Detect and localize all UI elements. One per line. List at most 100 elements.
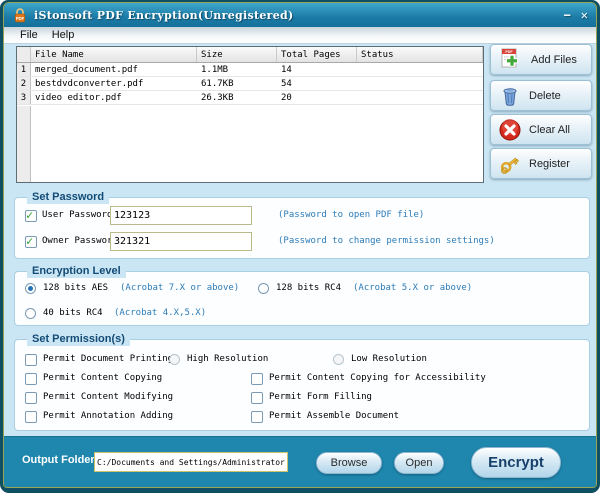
permit-assemble-label: Permit Assemble Document <box>269 410 399 423</box>
permit-form-filling-checkbox[interactable] <box>251 392 263 404</box>
col-total-pages[interactable]: Total Pages <box>277 47 357 62</box>
col-size[interactable]: Size <box>197 47 277 62</box>
low-resolution-radio[interactable] <box>333 354 344 365</box>
row-gutter <box>17 106 31 182</box>
cell-status <box>357 77 483 90</box>
browse-button[interactable]: Browse <box>316 452 382 474</box>
encryption-level-title: Encryption Level <box>27 264 126 278</box>
red-x-icon <box>498 118 522 142</box>
user-password-hint: (Password to open PDF file) <box>278 209 424 222</box>
set-password-title: Set Password <box>27 190 109 204</box>
add-files-label: Add Files <box>531 54 577 66</box>
encryption-level-group: Encryption Level 128 bits AES (Acrobat 7… <box>14 271 590 326</box>
cell-file-name: video editor.pdf <box>31 91 197 104</box>
permit-annotation-checkbox[interactable] <box>25 411 37 423</box>
open-label: Open <box>406 457 433 469</box>
user-password-checkbox[interactable] <box>25 210 37 222</box>
cell-pages: 14 <box>277 63 357 76</box>
row-number: 1 <box>17 63 31 76</box>
owner-password-checkbox[interactable] <box>25 236 37 248</box>
cell-size: 1.1MB <box>197 63 277 76</box>
radio-128-aes[interactable] <box>25 283 36 294</box>
app-window: PDF iStonsoft PDF Encryption(Unregistere… <box>0 0 600 493</box>
table-row[interactable]: 1 merged_document.pdf 1.1MB 14 <box>17 63 483 77</box>
permit-annotation-label: Permit Annotation Adding <box>43 410 173 423</box>
cell-file-name: merged_document.pdf <box>31 63 197 76</box>
permit-printing-checkbox[interactable] <box>25 354 37 366</box>
minimize-button[interactable]: − <box>564 9 571 21</box>
user-password-input[interactable] <box>110 206 252 225</box>
owner-password-input[interactable] <box>110 232 252 251</box>
cell-pages: 20 <box>277 91 357 104</box>
set-permissions-group: Set Permission(s) Permit Document Printi… <box>14 339 590 431</box>
cell-size: 26.3KB <box>197 91 277 104</box>
close-button[interactable]: ✕ <box>581 9 588 21</box>
add-files-button[interactable]: PDF Add Files <box>490 44 592 75</box>
permit-copying-checkbox[interactable] <box>25 373 37 385</box>
owner-password-label: Owner Password <box>42 235 118 248</box>
permit-modifying-label: Permit Content Modifying <box>43 391 173 404</box>
radio-128-aes-hint: (Acrobat 7.X or above) <box>120 282 239 295</box>
output-folder-input[interactable] <box>94 452 288 472</box>
pdf-lock-icon: PDF <box>12 7 28 23</box>
permit-copying-label: Permit Content Copying <box>43 372 162 385</box>
delete-button[interactable]: Delete <box>490 80 592 111</box>
clear-all-button[interactable]: Clear All <box>490 114 592 145</box>
menu-bar: File Help <box>4 27 596 44</box>
permit-assemble-checkbox[interactable] <box>251 411 263 423</box>
set-permissions-title: Set Permission(s) <box>27 332 130 346</box>
svg-text:PDF: PDF <box>16 16 25 21</box>
window-title: iStonsoft PDF Encryption(Unregistered) <box>34 9 294 22</box>
menu-file[interactable]: File <box>20 29 38 41</box>
output-folder-label: Output Folder: <box>22 454 98 466</box>
file-list-table: File Name Size Total Pages Status 1 merg… <box>16 46 484 183</box>
high-resolution-label: High Resolution <box>187 353 268 366</box>
content-area: File Name Size Total Pages Status 1 merg… <box>4 44 596 436</box>
row-number: 3 <box>17 91 31 104</box>
permit-printing-label: Permit Document Printing <box>43 353 173 366</box>
register-button[interactable]: Register <box>490 148 592 179</box>
set-password-group: Set Password User Password (Password to … <box>14 197 590 259</box>
user-password-label: User Password <box>42 209 112 222</box>
cell-pages: 54 <box>277 77 357 90</box>
row-number: 2 <box>17 77 31 90</box>
pdf-plus-icon: PDF <box>498 48 524 72</box>
title-bar: PDF iStonsoft PDF Encryption(Unregistere… <box>4 3 596 27</box>
radio-128-rc4-label: 128 bits RC4 <box>276 282 341 295</box>
permit-copy-accessibility-checkbox[interactable] <box>251 373 263 385</box>
low-resolution-label: Low Resolution <box>351 353 427 366</box>
radio-40-rc4-hint: (Acrobat 4.X,5.X) <box>114 307 206 320</box>
table-row[interactable]: 3 video editor.pdf 26.3KB 20 <box>17 91 483 105</box>
owner-password-hint: (Password to change permission settings) <box>278 235 495 248</box>
delete-label: Delete <box>529 90 561 102</box>
permit-copy-accessibility-label: Permit Content Copying for Accessibility <box>269 372 486 385</box>
radio-128-aes-label: 128 bits AES <box>43 282 108 295</box>
encrypt-label: Encrypt <box>488 454 544 471</box>
col-rownum <box>17 47 31 62</box>
menu-help[interactable]: Help <box>52 29 75 41</box>
cell-status <box>357 91 483 104</box>
col-status[interactable]: Status <box>357 47 483 62</box>
trash-icon <box>498 84 522 108</box>
permit-modifying-checkbox[interactable] <box>25 392 37 404</box>
register-label: Register <box>529 158 570 170</box>
radio-40-rc4[interactable] <box>25 308 36 319</box>
permit-form-filling-label: Permit Form Filling <box>269 391 372 404</box>
encrypt-button[interactable]: Encrypt <box>471 447 561 478</box>
radio-128-rc4-hint: (Acrobat 5.X or above) <box>353 282 472 295</box>
browse-label: Browse <box>331 457 368 469</box>
col-file-name[interactable]: File Name <box>31 47 197 62</box>
gold-key-icon <box>498 152 522 176</box>
cell-file-name: bestdvdconverter.pdf <box>31 77 197 90</box>
high-resolution-radio[interactable] <box>169 354 180 365</box>
footer-bar: Output Folder: Browse Open Encrypt <box>4 436 596 487</box>
open-button[interactable]: Open <box>394 452 444 474</box>
cell-size: 61.7KB <box>197 77 277 90</box>
table-header-row: File Name Size Total Pages Status <box>17 47 483 63</box>
radio-40-rc4-label: 40 bits RC4 <box>43 307 103 320</box>
cell-status <box>357 63 483 76</box>
svg-text:PDF: PDF <box>505 50 513 54</box>
radio-128-rc4[interactable] <box>258 283 269 294</box>
table-row[interactable]: 2 bestdvdconverter.pdf 61.7KB 54 <box>17 77 483 91</box>
clear-all-label: Clear All <box>529 124 570 136</box>
